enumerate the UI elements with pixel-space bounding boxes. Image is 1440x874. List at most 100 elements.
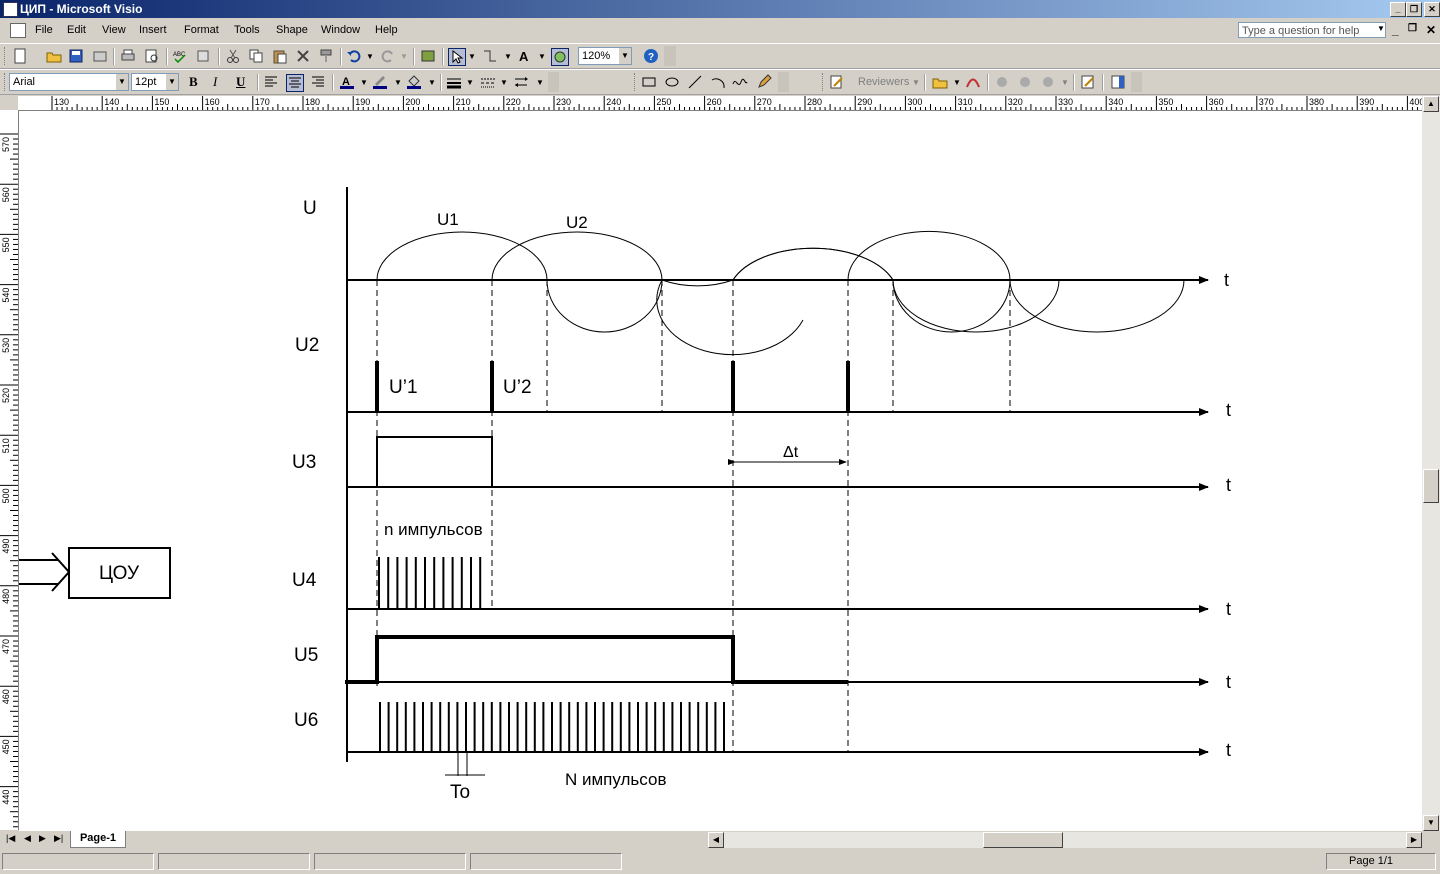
tab-page-1[interactable]: Page-1 xyxy=(70,831,126,848)
period-dimension[interactable] xyxy=(445,752,485,776)
ink-icon[interactable] xyxy=(965,74,981,90)
help-dropdown-icon[interactable]: ▼ xyxy=(1377,24,1385,33)
previous-page-icon[interactable]: ◀ xyxy=(24,833,31,844)
show-markup-dropdown-icon[interactable]: ▼ xyxy=(953,78,961,87)
italic-button[interactable]: I xyxy=(213,74,229,90)
text-dropdown-icon[interactable]: ▼ xyxy=(538,52,546,61)
paste-icon[interactable] xyxy=(272,48,288,64)
connector-tool-icon[interactable] xyxy=(482,48,498,64)
doc-close-icon[interactable]: ✕ xyxy=(1426,23,1436,37)
line-pattern-dropdown-icon[interactable]: ▼ xyxy=(500,78,508,87)
ellipse-tool-icon[interactable] xyxy=(664,74,680,90)
toolbar-options-icon[interactable] xyxy=(548,72,559,92)
bold-button[interactable]: B xyxy=(189,74,205,90)
align-center-icon[interactable] xyxy=(286,74,304,92)
restore-icon[interactable]: ❐ xyxy=(1406,2,1422,17)
reviewers-button[interactable]: Reviewers xyxy=(858,76,909,88)
new-icon[interactable] xyxy=(12,48,28,64)
open-icon[interactable] xyxy=(46,48,62,64)
minimize-icon[interactable]: _ xyxy=(1390,2,1406,17)
menu-help[interactable]: Help xyxy=(375,24,398,36)
sine-wave-u1[interactable] xyxy=(376,231,1185,333)
menu-window[interactable]: Window xyxy=(321,24,360,36)
u2-spikes[interactable] xyxy=(375,361,850,412)
line-ends-icon[interactable] xyxy=(514,74,530,90)
visio-app-icon[interactable] xyxy=(3,2,18,17)
vertical-scrollbar[interactable]: ▲ ▼ xyxy=(1422,96,1440,831)
menu-view[interactable]: View xyxy=(102,24,126,36)
font-size-select[interactable]: 12pt ▼ xyxy=(131,73,179,91)
drawing-page[interactable]: ЦОУ t t t t t t U U2 U3 U4 U5 U6 U1 U2 U… xyxy=(19,111,1422,831)
text-tool-icon[interactable]: A xyxy=(517,48,533,64)
research-icon[interactable] xyxy=(196,48,212,64)
font-size-dropdown-icon[interactable]: ▼ xyxy=(166,74,178,90)
pointer-dropdown-icon[interactable]: ▼ xyxy=(468,52,476,61)
copy-icon[interactable] xyxy=(248,48,264,64)
save-icon[interactable] xyxy=(68,48,84,64)
delete-markup-icon[interactable] xyxy=(1040,74,1056,90)
toolbar-options-icon[interactable] xyxy=(664,46,676,66)
u6-pulse-train[interactable] xyxy=(379,702,725,752)
close-icon[interactable]: ✕ xyxy=(1424,2,1440,17)
redo-icon[interactable] xyxy=(380,48,396,64)
undo-icon[interactable] xyxy=(346,48,362,64)
freeform-tool-icon[interactable] xyxy=(732,74,748,90)
toolbar-grip[interactable] xyxy=(822,73,826,91)
print-preview-icon[interactable] xyxy=(144,48,160,64)
font-select[interactable]: Arial ▼ xyxy=(9,73,129,91)
scroll-up-icon[interactable]: ▲ xyxy=(1423,96,1439,112)
menu-shape[interactable]: Shape xyxy=(276,24,308,36)
line-weight-dropdown-icon[interactable]: ▼ xyxy=(466,78,474,87)
delete-markup-dropdown-icon[interactable]: ▼ xyxy=(1061,78,1069,87)
menu-tools[interactable]: Tools xyxy=(234,24,260,36)
horizontal-scroll-thumb[interactable] xyxy=(983,832,1063,848)
cut-icon[interactable] xyxy=(225,48,241,64)
next-page-icon[interactable]: ▶ xyxy=(39,833,46,844)
vertical-scroll-thumb[interactable] xyxy=(1423,469,1439,503)
u3-pulse[interactable] xyxy=(376,436,493,487)
fill-color-dropdown-icon[interactable]: ▼ xyxy=(428,78,436,87)
scroll-right-icon[interactable]: ▶ xyxy=(1406,832,1422,848)
menu-file[interactable]: File xyxy=(35,24,53,36)
previous-markup-icon[interactable] xyxy=(994,74,1010,90)
menu-format[interactable]: Format xyxy=(184,24,219,36)
delete-icon[interactable] xyxy=(295,48,311,64)
print-icon[interactable] xyxy=(120,48,136,64)
underline-button[interactable]: U xyxy=(236,74,252,90)
line-color-icon[interactable] xyxy=(372,74,388,90)
align-left-icon[interactable] xyxy=(263,74,279,90)
first-page-icon[interactable]: |◀ xyxy=(6,833,15,844)
line-weight-icon[interactable] xyxy=(446,74,462,90)
arc-tool-icon[interactable] xyxy=(710,74,726,90)
vertical-ruler[interactable]: 570 560 550 540 530 520 510 500 490 480 470 460 450 4… xyxy=(0,110,19,830)
font-dropdown-icon[interactable]: ▼ xyxy=(116,74,128,90)
toolbar-grip[interactable] xyxy=(4,47,8,65)
help-search-input[interactable]: Type a question for help xyxy=(1238,22,1386,38)
line-color-dropdown-icon[interactable]: ▼ xyxy=(394,78,402,87)
menu-edit[interactable]: Edit xyxy=(67,24,86,36)
rectangle-tool-icon[interactable] xyxy=(641,74,657,90)
scroll-down-icon[interactable]: ▼ xyxy=(1423,815,1439,831)
document-icon[interactable] xyxy=(10,23,26,38)
line-tool-icon[interactable] xyxy=(687,74,703,90)
pointer-tool-icon[interactable] xyxy=(448,48,466,66)
toolbar-grip[interactable] xyxy=(4,73,8,91)
shapes-icon[interactable] xyxy=(420,48,436,64)
u4-pulse-train[interactable] xyxy=(378,557,482,609)
line-ends-dropdown-icon[interactable]: ▼ xyxy=(536,78,544,87)
permission-icon[interactable] xyxy=(92,48,108,64)
scroll-left-icon[interactable]: ◀ xyxy=(708,832,724,848)
font-color-dropdown-icon[interactable]: ▼ xyxy=(360,78,368,87)
align-right-icon[interactable] xyxy=(310,74,326,90)
redo-dropdown-icon[interactable]: ▼ xyxy=(400,52,408,61)
format-painter-icon[interactable] xyxy=(318,48,334,64)
font-color-icon[interactable]: A xyxy=(339,74,355,90)
menu-insert[interactable]: Insert xyxy=(139,24,167,36)
spelling-icon[interactable]: ABC xyxy=(172,48,188,64)
help-icon[interactable]: ? xyxy=(643,48,659,64)
horizontal-ruler[interactable]: 130 140 150 160 170 180 190 200 210 220 230 240 250 2… xyxy=(18,96,1422,111)
markup-icon[interactable] xyxy=(829,74,845,90)
zoom-select[interactable]: 120% ▼ xyxy=(578,47,632,65)
toolbar-options-icon[interactable] xyxy=(778,72,789,92)
connector-dropdown-icon[interactable]: ▼ xyxy=(504,52,512,61)
